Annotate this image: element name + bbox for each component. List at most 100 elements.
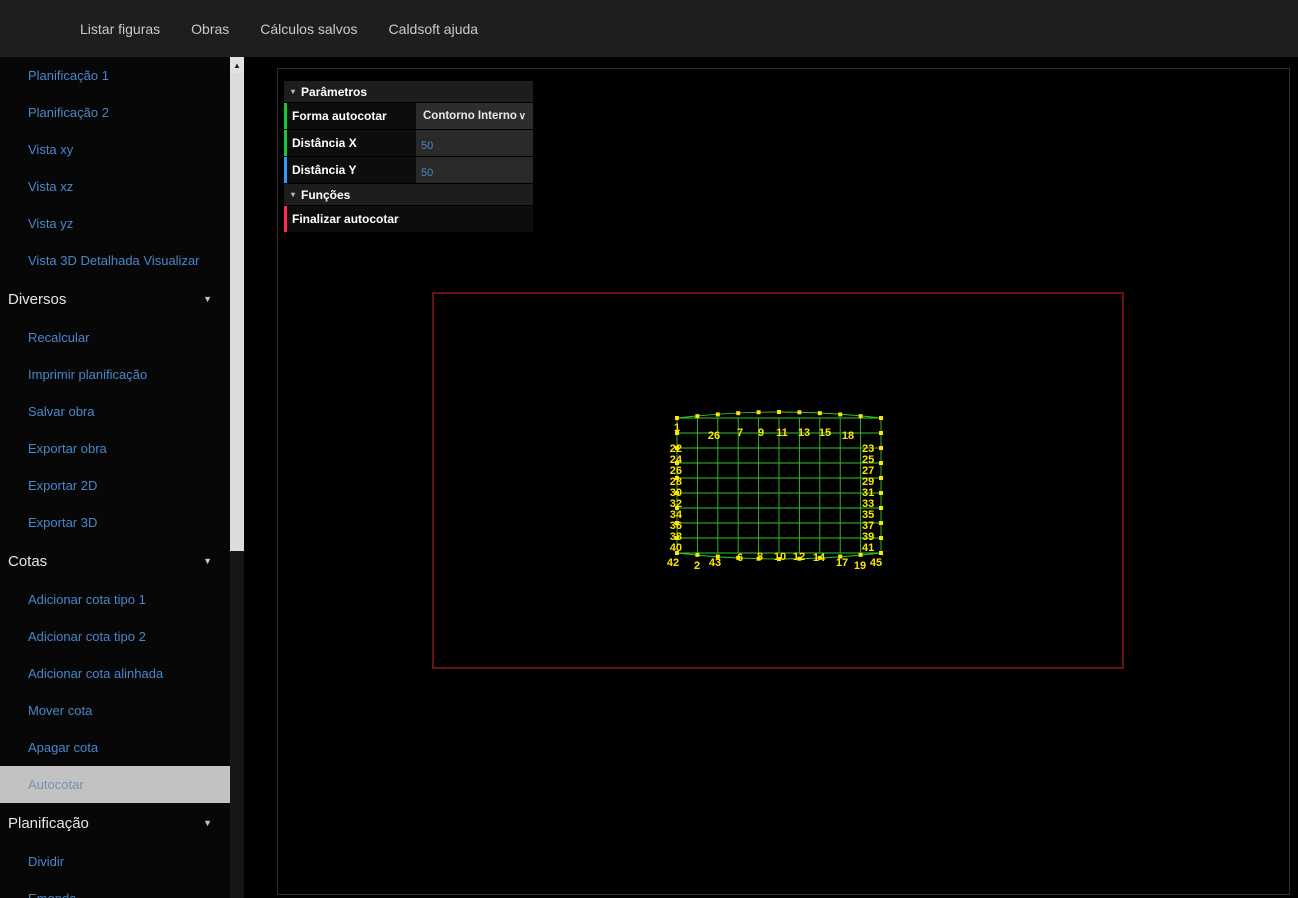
parameters-header[interactable]: ▾ Parâmetros	[284, 81, 533, 103]
dimension-label: 45	[870, 557, 882, 569]
dimension-label: 19	[854, 560, 866, 572]
sidebar-item-emenda[interactable]: Emenda	[0, 880, 230, 898]
sidebar-scrollbar[interactable]: ▲	[230, 57, 244, 898]
dist-ncia-y-input[interactable]: 50	[416, 157, 533, 183]
nav-item-caldsoft-ajuda[interactable]: Caldsoft ajuda	[389, 21, 479, 37]
sidebar-item-mover-cota[interactable]: Mover cota	[0, 692, 230, 729]
sidebar-item-vista-yz[interactable]: Vista yz	[0, 205, 230, 242]
vertex-marker	[879, 416, 883, 420]
sidebar-item-exportar-2d[interactable]: Exportar 2D	[0, 467, 230, 504]
vertex-marker	[716, 412, 720, 416]
sidebar-section-cotas[interactable]: Cotas ▼	[0, 541, 230, 581]
vertex-marker	[797, 410, 801, 414]
scroll-up-button[interactable]: ▲	[230, 57, 244, 73]
select-value: Contorno Interno	[423, 110, 517, 122]
vertex-marker	[879, 506, 883, 510]
vertex-marker	[695, 414, 699, 418]
dimension-label: 18	[842, 430, 854, 442]
chevron-down-icon: ▼	[203, 818, 212, 828]
sidebar-item-adicionar-cota-tipo-2[interactable]: Adicionar cota tipo 2	[0, 618, 230, 655]
top-nav: Listar figuras Obras Cálculos salvos Caldso…	[0, 0, 1298, 57]
nav-item-obras[interactable]: Obras	[191, 21, 229, 37]
properties-panel: ▾ Parâmetros Forma autocotarContorno Int…	[284, 81, 533, 233]
param-label: Distância X	[287, 130, 416, 156]
sidebar-item-salvar-obra[interactable]: Salvar obra	[0, 393, 230, 430]
collapse-icon: ▾	[291, 190, 295, 199]
param-label: Distância Y	[287, 157, 416, 183]
chevron-down-icon: ▼	[203, 556, 212, 566]
sidebar-section-label: Planificação	[8, 815, 89, 832]
dimension-label: 12	[793, 551, 805, 563]
nav-item-listar-figuras[interactable]: Listar figuras	[80, 21, 160, 37]
sidebar-item-imprimir-planifica-o[interactable]: Imprimir planificação	[0, 356, 230, 393]
dimension-label: 7	[737, 427, 743, 439]
sidebar: Planificação 1Planificação 2Vista xyVist…	[0, 57, 230, 898]
dimension-label: 41	[862, 542, 874, 554]
vertex-marker	[879, 491, 883, 495]
sidebar-section-diversos[interactable]: Diversos▼	[0, 279, 230, 319]
sidebar-item-vista-3d-detalhada-visualizar[interactable]: Vista 3D Detalhada Visualizar	[0, 242, 230, 279]
dimension-label: 1	[674, 422, 680, 434]
dist-ncia-x-input[interactable]: 50	[416, 130, 533, 156]
vertex-marker	[879, 551, 883, 555]
sidebar-item-autocotar[interactable]: Autocotar	[0, 766, 230, 803]
dimension-label: 42	[667, 557, 679, 569]
sidebar-section-planifica-o[interactable]: Planificação ▼	[0, 803, 230, 843]
sidebar-item-vista-xz[interactable]: Vista xz	[0, 168, 230, 205]
scrollbar-thumb[interactable]	[230, 73, 244, 551]
dimension-label: 11	[776, 427, 788, 439]
sidebar-item-recalcular[interactable]: Recalcular	[0, 319, 230, 356]
dimension-label: 15	[819, 427, 831, 439]
vertex-marker	[879, 476, 883, 480]
sidebar-item-dividir[interactable]: Dividir	[0, 843, 230, 880]
vertex-marker	[879, 521, 883, 525]
sidebar-item-vista-xy[interactable]: Vista xy	[0, 131, 230, 168]
dimension-label: 6	[737, 552, 743, 564]
sidebar-item-exportar-obra[interactable]: Exportar obra	[0, 430, 230, 467]
vertex-marker	[736, 411, 740, 415]
functions-header[interactable]: ▾ Funções	[284, 184, 533, 206]
chevron-down-icon: ∨	[519, 111, 526, 122]
dimension-label: 10	[774, 551, 786, 563]
forma-autocotar-select[interactable]: Contorno Interno∨	[416, 103, 533, 129]
parameters-header-label: Parâmetros	[301, 85, 367, 99]
sidebar-item-exportar-3d[interactable]: Exportar 3D	[0, 504, 230, 541]
dimension-label: 2	[694, 560, 700, 572]
dimension-label: 13	[798, 427, 810, 439]
sidebar-item-planifica-o-2[interactable]: Planificação 2	[0, 94, 230, 131]
param-row-forma-autocotar: Forma autocotarContorno Interno∨	[284, 103, 533, 130]
param-label: Forma autocotar	[287, 103, 416, 129]
dimension-label: 9	[758, 427, 764, 439]
canvas-region[interactable]: 1267911131518222426283032343638402325272…	[277, 68, 1290, 895]
vertex-marker	[777, 410, 781, 414]
vertex-marker	[879, 461, 883, 465]
vertex-marker	[818, 411, 822, 415]
param-row-dist-ncia-y: Distância Y50	[284, 157, 533, 184]
main-area: 1267911131518222426283032343638402325272…	[244, 57, 1298, 898]
dimension-label: 8	[757, 551, 763, 563]
sidebar-item-planifica-o-1[interactable]: Planificação 1	[0, 57, 230, 94]
functions-header-label: Funções	[301, 188, 350, 202]
param-row-dist-ncia-x: Distância X50	[284, 130, 533, 157]
sidebar-item-adicionar-cota-tipo-1[interactable]: Adicionar cota tipo 1	[0, 581, 230, 618]
vertex-marker	[757, 410, 761, 414]
functions-rows: Finalizar autocotar	[284, 206, 533, 233]
dimension-label: 14	[813, 552, 826, 564]
finalizar-autocotar-button[interactable]: Finalizar autocotar	[284, 206, 533, 233]
dimension-label: 17	[836, 557, 848, 569]
sidebar-section-label: Diversos	[8, 291, 66, 308]
function-label: Finalizar autocotar	[287, 206, 533, 232]
dimension-label: 43	[709, 557, 721, 569]
vertex-marker	[879, 536, 883, 540]
dimension-label: 26	[708, 430, 720, 442]
nav-item-c-lculos-salvos[interactable]: Cálculos salvos	[260, 21, 357, 37]
vertex-marker	[675, 416, 679, 420]
vertex-marker	[838, 412, 842, 416]
sidebar-item-apagar-cota[interactable]: Apagar cota	[0, 729, 230, 766]
parameters-rows: Forma autocotarContorno Interno∨Distânci…	[284, 103, 533, 184]
sidebar-section-label: Cotas	[8, 553, 47, 570]
dimension-label: 40	[670, 542, 682, 554]
vertex-marker	[879, 446, 883, 450]
collapse-icon: ▾	[291, 87, 295, 96]
sidebar-item-adicionar-cota-alinhada[interactable]: Adicionar cota alinhada	[0, 655, 230, 692]
